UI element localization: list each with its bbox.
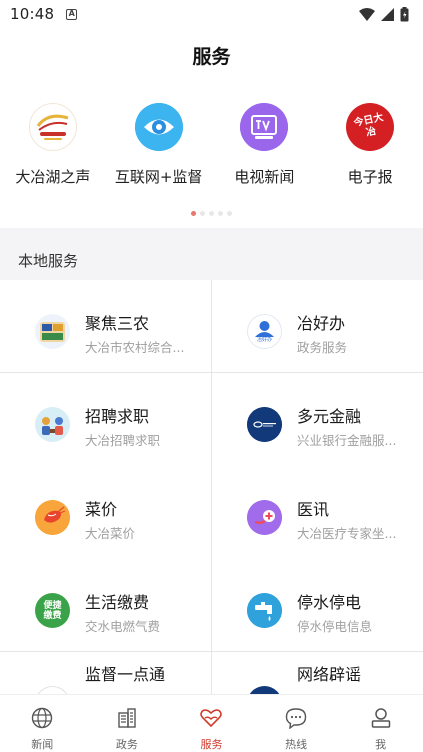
page-dot (200, 211, 205, 216)
service-title: 监督一点通 (85, 665, 166, 684)
page-dot (227, 211, 232, 216)
signal-icon (381, 7, 394, 21)
nav-label: 我 (375, 738, 387, 751)
service-subtitle: 大冶招聘求职 (85, 433, 161, 448)
service-item-vegetable-price[interactable]: 菜价 大冶菜价 (0, 466, 211, 559)
service-title: 招聘求职 (85, 407, 150, 426)
bottom-nav: 新闻 政务 服务 热线 我 (0, 694, 423, 752)
service-subtitle: 交水电燃气费 (85, 619, 161, 634)
featured-service-e-paper[interactable]: 今日大冶 电子报 (317, 103, 423, 193)
nav-tab-services[interactable]: 服务 (169, 695, 254, 752)
service-item-gov-service[interactable]: 冶好办 冶好办 政务服务 (212, 280, 423, 373)
featured-service-radio[interactable]: 大冶湖之声 (0, 103, 106, 193)
agriculture-icon (35, 314, 70, 349)
medical-icon (247, 500, 282, 535)
page-dot (218, 211, 223, 216)
wifi-icon (359, 7, 375, 21)
tv-news-icon (240, 103, 289, 151)
newspaper-logo-text: 今日大冶 (352, 112, 385, 139)
bill-pay-logo-text: 便捷缴费 (43, 600, 62, 621)
nav-label: 服务 (200, 738, 223, 751)
building-icon (115, 706, 139, 730)
page-title: 服务 (192, 46, 231, 68)
service-title: 生活缴费 (85, 593, 150, 612)
service-item-recruit[interactable]: 招聘求职 大冶招聘求职 (0, 373, 211, 466)
service-subtitle: 政务服务 (297, 340, 348, 355)
service-item-supervise[interactable]: 监督一点通 (0, 652, 211, 694)
rumor-icon (247, 686, 282, 694)
service-item-finance[interactable]: 多元金融 兴业银行金融服... (212, 373, 423, 466)
globe-icon (30, 706, 54, 730)
nav-label: 新闻 (31, 738, 54, 751)
water-tap-icon (247, 593, 282, 628)
nav-tab-me[interactable]: 我 (338, 695, 423, 752)
nav-label: 热线 (285, 738, 308, 751)
user-icon (369, 706, 393, 730)
service-item-bill-pay[interactable]: 便捷缴费 生活缴费 交水电燃气费 (0, 559, 211, 652)
gov-service-logo-text: 冶好办 (256, 337, 272, 343)
service-title: 冶好办 (297, 314, 346, 333)
featured-service-label: 大冶湖之声 (15, 168, 91, 186)
radio-logo-icon (28, 103, 77, 151)
featured-service-supervision[interactable]: 互联网+监督 (106, 103, 212, 193)
service-title: 多元金融 (297, 407, 362, 426)
service-item-medical[interactable]: 医讯 大冶医疗专家坐... (212, 466, 423, 559)
eye-icon (134, 103, 183, 151)
nav-tab-hotline[interactable]: 热线 (254, 695, 339, 752)
bill-pay-icon: 便捷缴费 (35, 593, 70, 628)
status-icons (359, 6, 409, 22)
featured-service-label: 电视新闻 (234, 168, 295, 186)
service-subtitle: 大冶市农村综合... (85, 340, 185, 355)
featured-service-label: 互联网+监督 (114, 168, 203, 186)
section-title: 本地服务 (18, 252, 79, 270)
supervise-icon (35, 686, 70, 694)
service-subtitle: 大冶菜价 (85, 526, 136, 541)
bank-icon (247, 407, 282, 442)
service-title: 网络辟谣 (297, 665, 362, 684)
carousel-page-indicator (0, 211, 423, 216)
service-title: 菜价 (85, 500, 118, 519)
nav-tab-government[interactable]: 政务 (85, 695, 170, 752)
service-item-rumor[interactable]: 网络辟谣 (212, 652, 423, 694)
shrimp-icon (35, 500, 70, 535)
nav-tab-news[interactable]: 新闻 (0, 695, 85, 752)
nav-label: 政务 (115, 738, 138, 751)
heart-hands-icon (199, 706, 223, 730)
section-header: 本地服务 (0, 228, 423, 280)
service-item-outage[interactable]: 停水停电 停水停电信息 (212, 559, 423, 652)
featured-service-tv-news[interactable]: 电视新闻 (212, 103, 318, 193)
page-dot (191, 211, 196, 216)
featured-service-label: 电子报 (347, 168, 393, 186)
status-bar: 10:48 A (0, 0, 423, 28)
battery-icon (400, 6, 409, 21)
recruit-icon (35, 407, 70, 442)
service-title: 医讯 (297, 500, 330, 519)
service-subtitle: 停水停电信息 (297, 619, 373, 634)
newspaper-icon: 今日大冶 (346, 103, 395, 151)
notification-icon: A (66, 8, 78, 20)
service-subtitle: 兴业银行金融服... (297, 433, 397, 448)
service-title: 停水停电 (297, 593, 362, 612)
featured-services-carousel[interactable]: 大冶湖之声 互联网+监督 电视新闻 今日大冶 电子报 (0, 103, 423, 193)
local-services-grid: 聚焦三农 大冶市农村综合... 冶好办 冶好办 政务服务 招聘求职 大冶招聘求职 (0, 280, 423, 694)
page-dot (209, 211, 214, 216)
service-item-agriculture[interactable]: 聚焦三农 大冶市农村综合... (0, 280, 211, 373)
gov-service-icon: 冶好办 (247, 314, 282, 349)
status-time: 10:48 (10, 5, 55, 23)
service-title: 聚焦三农 (85, 314, 150, 333)
service-subtitle: 大冶医疗专家坐... (297, 526, 397, 541)
chat-bubble-icon (284, 706, 308, 730)
